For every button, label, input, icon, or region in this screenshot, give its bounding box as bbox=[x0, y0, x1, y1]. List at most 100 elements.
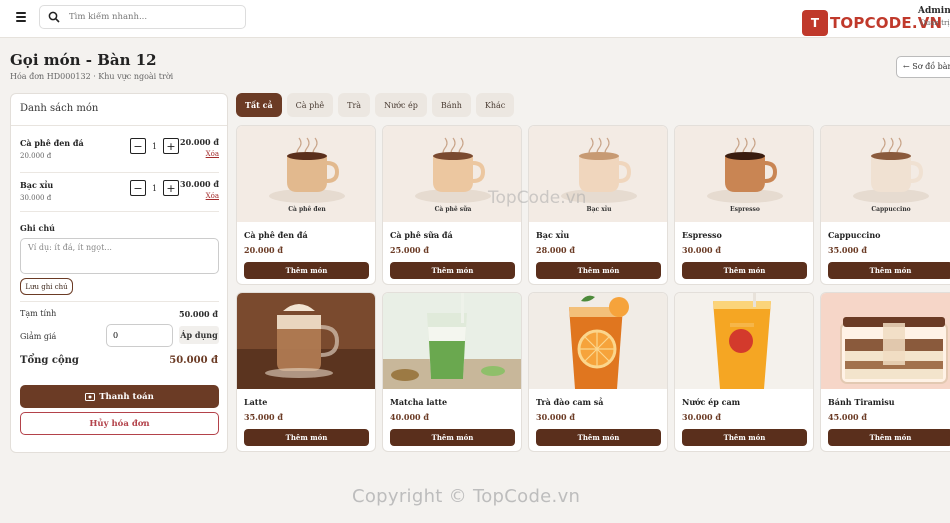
product-price: 35.000 đ bbox=[244, 412, 283, 422]
remove-item-link[interactable]: Xóa bbox=[206, 192, 219, 200]
total-value: 50.000 đ bbox=[169, 355, 218, 366]
product-price: 25.000 đ bbox=[390, 245, 429, 255]
pay-button[interactable]: Thanh toán bbox=[20, 385, 219, 408]
page-subtitle: Hóa đơn HD000132 · Khu vực ngoài trời bbox=[10, 72, 174, 81]
product-card[interactable]: Bánh Tiramisu 45.000 đ Thêm món bbox=[820, 292, 950, 452]
total-label: Tổng cộng bbox=[20, 355, 79, 366]
remove-item-link[interactable]: Xóa bbox=[206, 150, 219, 158]
save-note-button[interactable]: Lưu ghi chú bbox=[20, 278, 73, 295]
add-item-button[interactable]: Thêm món bbox=[682, 429, 807, 446]
discount-input[interactable] bbox=[106, 324, 173, 347]
product-price: 40.000 đ bbox=[390, 412, 429, 422]
image-caption: Cà phê sữa bbox=[435, 206, 472, 213]
order-item-unit-price: 30.000 đ bbox=[20, 194, 52, 202]
quantity-stepper: − 1 + bbox=[130, 138, 179, 154]
cancel-invoice-button[interactable]: Hủy hóa đơn bbox=[20, 412, 219, 435]
product-price: 30.000 đ bbox=[536, 412, 575, 422]
increase-button[interactable]: + bbox=[163, 138, 179, 154]
note-field[interactable] bbox=[20, 238, 219, 274]
subtotal-label: Tạm tính bbox=[20, 309, 57, 318]
tab-all[interactable]: Tất cả bbox=[236, 93, 282, 117]
orange-juice-photo bbox=[675, 293, 813, 389]
tab-coffee[interactable]: Cà phê bbox=[286, 93, 334, 117]
product-card[interactable]: Cà phê đen Cà phê đen đá 20.000 đ Thêm m… bbox=[236, 125, 376, 285]
product-price: 35.000 đ bbox=[828, 245, 867, 255]
add-item-button[interactable]: Thêm món bbox=[244, 262, 369, 279]
quantity-stepper: − 1 + bbox=[130, 180, 179, 196]
order-item-total: 30.000 đ bbox=[180, 179, 219, 189]
image-caption: Cà phê đen bbox=[288, 206, 326, 213]
product-name: Cà phê đen đá bbox=[244, 230, 308, 240]
product-card[interactable]: Trà đào cam sả 30.000 đ Thêm món bbox=[528, 292, 668, 452]
cash-icon bbox=[85, 392, 96, 401]
product-name: Matcha latte bbox=[390, 397, 448, 407]
divider bbox=[20, 211, 219, 212]
order-item-unit-price: 20.000 đ bbox=[20, 152, 52, 160]
order-heading: Danh sách món bbox=[11, 94, 227, 126]
product-image: Cappuccino bbox=[821, 126, 950, 222]
add-item-button[interactable]: Thêm món bbox=[244, 429, 369, 446]
product-name: Espresso bbox=[682, 230, 722, 240]
quantity-value: 1 bbox=[151, 141, 158, 151]
product-price: 30.000 đ bbox=[682, 245, 721, 255]
product-name: Bạc xỉu bbox=[536, 230, 570, 240]
product-card[interactable]: Cappuccino Cappuccino 35.000 đ Thêm món bbox=[820, 125, 950, 285]
user-role: Quản trị viên bbox=[920, 19, 950, 27]
product-image: Cà phê đen bbox=[237, 126, 375, 222]
divider bbox=[20, 172, 219, 173]
product-card[interactable]: Espresso Espresso 30.000 đ Thêm món bbox=[674, 125, 814, 285]
discount-label: Giảm giá bbox=[20, 332, 57, 341]
product-card[interactable]: Latte 35.000 đ Thêm món bbox=[236, 292, 376, 452]
product-price: 45.000 đ bbox=[828, 412, 867, 422]
watermark-center: TopCode.vn bbox=[488, 188, 587, 208]
image-caption: Bạc xỉu bbox=[587, 206, 613, 213]
product-name: Bánh Tiramisu bbox=[828, 397, 895, 407]
increase-button[interactable]: + bbox=[163, 180, 179, 196]
tab-tea[interactable]: Trà bbox=[338, 93, 371, 117]
menu-icon[interactable] bbox=[9, 7, 33, 27]
page-title: Gọi món - Bàn 12 bbox=[10, 51, 157, 69]
add-item-button[interactable]: Thêm món bbox=[390, 429, 515, 446]
product-name: Nước ép cam bbox=[682, 397, 741, 407]
order-item-total: 20.000 đ bbox=[180, 137, 219, 147]
search-icon bbox=[48, 11, 60, 23]
apply-discount-button[interactable]: Áp dụng bbox=[179, 326, 219, 344]
product-card[interactable]: Matcha latte 40.000 đ Thêm món bbox=[382, 292, 522, 452]
top-bar: T TOPCODE.VN Admin Quản trị viên bbox=[0, 0, 950, 38]
copyright-watermark: Copyright © TopCode.vn bbox=[352, 486, 581, 507]
order-item: Cà phê đen đá 20.000 đ − 1 + 20.000 đ Xó… bbox=[20, 137, 219, 176]
add-item-button[interactable]: Thêm món bbox=[536, 262, 661, 279]
add-item-button[interactable]: Thêm món bbox=[828, 262, 950, 279]
product-price: 30.000 đ bbox=[682, 412, 721, 422]
product-card[interactable]: Nước ép cam 30.000 đ Thêm món bbox=[674, 292, 814, 452]
logo-mark: T bbox=[802, 10, 828, 36]
search-input[interactable] bbox=[69, 8, 239, 26]
tiramisu-photo bbox=[821, 293, 950, 389]
peach-tea-photo bbox=[529, 293, 667, 389]
decrease-button[interactable]: − bbox=[130, 138, 146, 154]
tab-cake[interactable]: Bánh bbox=[431, 93, 471, 117]
product-name: Trà đào cam sả bbox=[536, 397, 604, 407]
image-caption: Espresso bbox=[730, 206, 760, 213]
quantity-value: 1 bbox=[151, 183, 158, 193]
product-name: Cà phê sữa đá bbox=[390, 230, 453, 240]
table-map-label: Sơ đồ bàn bbox=[912, 62, 950, 71]
pay-label: Thanh toán bbox=[99, 391, 154, 402]
add-item-button[interactable]: Thêm món bbox=[828, 429, 950, 446]
add-item-button[interactable]: Thêm món bbox=[390, 262, 515, 279]
user-name[interactable]: Admin bbox=[918, 6, 950, 16]
category-tabs: Tất cả Cà phê Trà Nước ép Bánh Khác bbox=[236, 93, 515, 117]
subtotal-value: 50.000 đ bbox=[179, 309, 218, 319]
add-item-button[interactable]: Thêm món bbox=[682, 262, 807, 279]
product-price: 28.000 đ bbox=[536, 245, 575, 255]
tab-other[interactable]: Khác bbox=[475, 93, 515, 117]
product-name: Latte bbox=[244, 397, 268, 407]
search-box[interactable] bbox=[39, 5, 246, 29]
tab-juice[interactable]: Nước ép bbox=[375, 93, 427, 117]
order-item-name: Bạc xỉu bbox=[20, 180, 54, 190]
add-item-button[interactable]: Thêm món bbox=[536, 429, 661, 446]
table-map-button[interactable]: ← Sơ đồ bàn bbox=[896, 56, 950, 78]
order-panel: Danh sách món Cà phê đen đá 20.000 đ − 1… bbox=[10, 93, 228, 453]
decrease-button[interactable]: − bbox=[130, 180, 146, 196]
latte-photo bbox=[237, 293, 375, 389]
